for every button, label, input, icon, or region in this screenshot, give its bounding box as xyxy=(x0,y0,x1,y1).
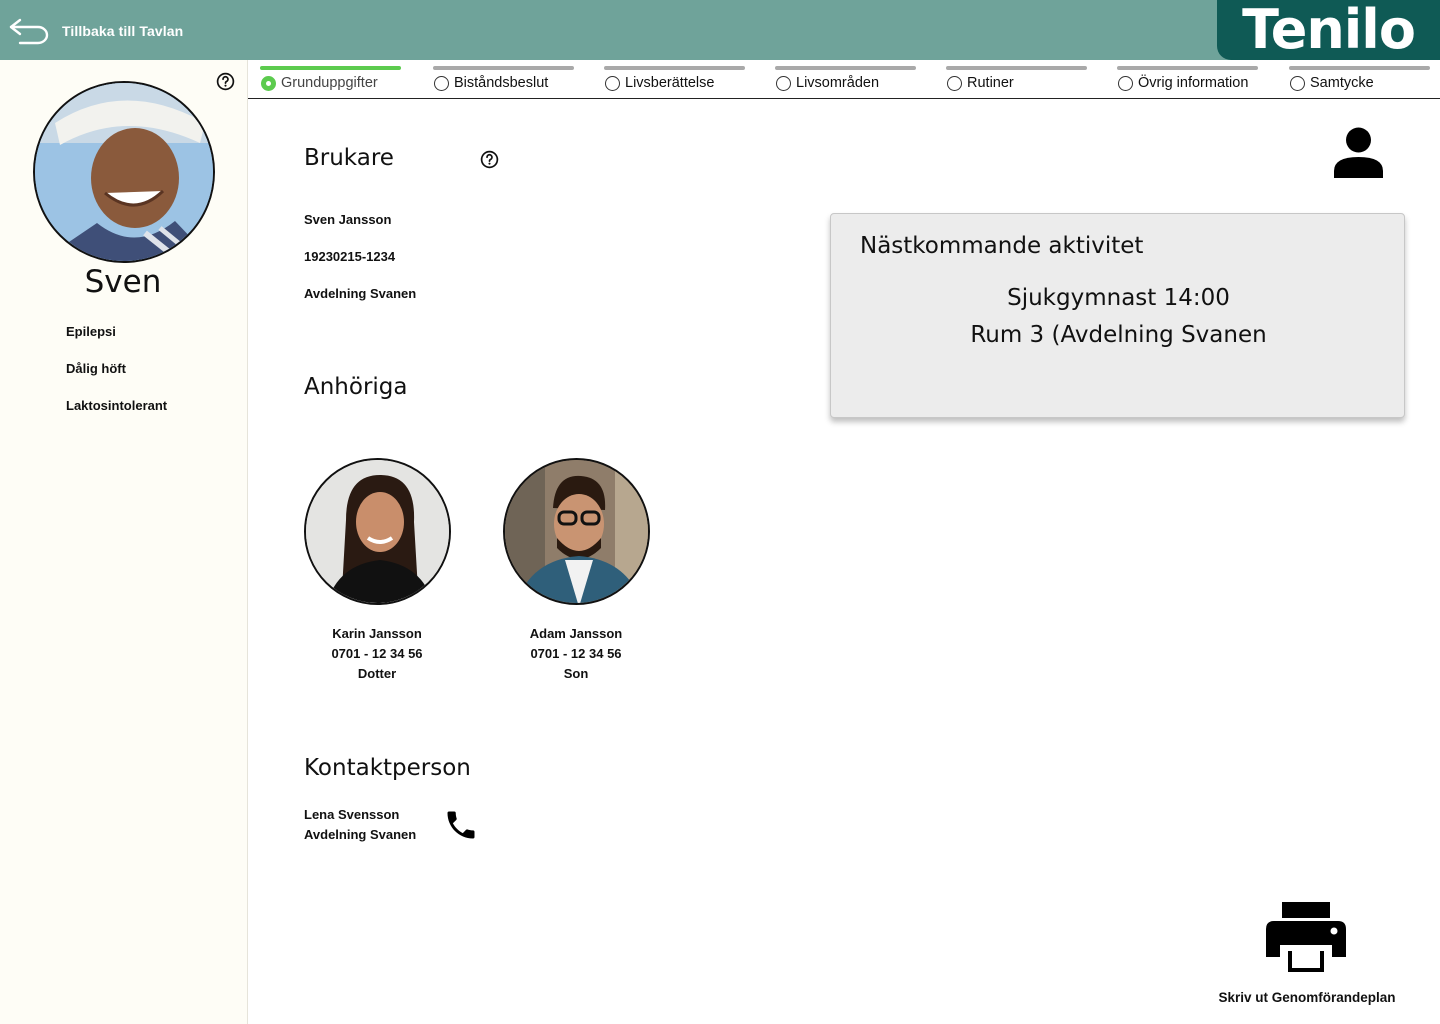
relative-name: Karin Jansson xyxy=(332,626,422,641)
next-activity-card: Nästkommande aktivitet Sjukgymnast 14:00… xyxy=(830,213,1405,418)
phone-icon[interactable] xyxy=(443,807,479,843)
tab-progress xyxy=(1117,66,1258,70)
back-label: Tillbaka till Tavlan xyxy=(62,23,184,39)
brukare-department: Avdelning Svanen xyxy=(304,286,417,301)
condition-item: Laktosintolerant xyxy=(66,398,168,413)
condition-item: Epilepsi xyxy=(66,324,116,339)
tab-progress xyxy=(604,66,745,70)
contact-department: Avdelning Svanen xyxy=(304,827,417,842)
back-arrow-icon xyxy=(9,18,49,45)
tab-label: Livsberättelse xyxy=(625,75,715,91)
radio-icon xyxy=(776,76,791,91)
relative-relation: Dotter xyxy=(357,666,397,681)
relative-photo-adam[interactable] xyxy=(503,458,650,605)
tab-samtycke[interactable]: Samtycke xyxy=(1289,60,1431,98)
help-icon[interactable] xyxy=(480,150,499,169)
tab-livsberattelse[interactable]: Livsberättelse xyxy=(604,60,746,98)
tab-ovrig-information[interactable]: Övrig information xyxy=(1117,60,1259,98)
tab-bar: Grunduppgifter Biståndsbeslut Livsberätt… xyxy=(248,60,1440,99)
tab-label: Livsområden xyxy=(796,75,880,91)
activity-line-2: Rum 3 (Avdelning Svanen xyxy=(970,322,1267,348)
relative-name: Adam Jansson xyxy=(529,626,623,641)
activity-title: Nästkommande aktivitet xyxy=(860,233,1144,259)
top-bar: Tillbaka till Tavlan Tenilo xyxy=(0,0,1440,60)
tab-label: Samtycke xyxy=(1310,75,1374,91)
radio-icon xyxy=(605,76,620,91)
radio-icon xyxy=(947,76,962,91)
radio-icon xyxy=(1290,76,1305,91)
tab-label: Rutiner xyxy=(967,75,1014,91)
relative-relation: Son xyxy=(563,666,589,681)
tab-label: Biståndsbeslut xyxy=(454,75,549,91)
tab-grunduppgifter[interactable]: Grunduppgifter xyxy=(260,60,402,98)
resident-name: Sven xyxy=(84,264,162,300)
back-button[interactable]: Tillbaka till Tavlan xyxy=(8,14,183,48)
tab-progress xyxy=(1289,66,1430,70)
tab-progress xyxy=(946,66,1087,70)
printer-icon[interactable] xyxy=(1266,901,1346,973)
condition-item: Dålig höft xyxy=(66,361,126,376)
tab-livsomraden[interactable]: Livsområden xyxy=(775,60,917,98)
print-plan-button[interactable]: Skriv ut Genomförandeplan xyxy=(1200,990,1414,1005)
help-icon[interactable] xyxy=(216,72,235,91)
tenilo-logo: Tenilo xyxy=(1217,0,1440,60)
radio-icon xyxy=(1118,76,1133,91)
tab-progress xyxy=(260,66,401,70)
tab-progress xyxy=(433,66,574,70)
tab-bistandsbeslut[interactable]: Biståndsbeslut xyxy=(433,60,575,98)
tab-label: Grunduppgifter xyxy=(281,75,378,91)
user-icon[interactable] xyxy=(1332,127,1385,179)
radio-icon xyxy=(434,76,449,91)
relative-phone: 0701 - 12 34 56 xyxy=(530,646,622,661)
radio-icon xyxy=(261,76,276,91)
relative-phone: 0701 - 12 34 56 xyxy=(331,646,423,661)
contact-name: Lena Svensson xyxy=(304,807,400,822)
brukare-personal-number: 19230215-1234 xyxy=(304,249,396,264)
brukare-name: Sven Jansson xyxy=(304,212,392,227)
relatives-title: Anhöriga xyxy=(304,374,408,400)
brukare-title: Brukare xyxy=(304,145,394,171)
activity-line-1: Sjukgymnast 14:00 xyxy=(1007,285,1230,311)
resident-avatar xyxy=(33,81,215,263)
tab-rutiner[interactable]: Rutiner xyxy=(946,60,1088,98)
tab-progress xyxy=(775,66,916,70)
contact-title: Kontaktperson xyxy=(304,755,471,781)
logo-text: Tenilo xyxy=(1242,0,1416,61)
tab-label: Övrig information xyxy=(1138,75,1249,91)
relative-photo-karin[interactable] xyxy=(304,458,451,605)
